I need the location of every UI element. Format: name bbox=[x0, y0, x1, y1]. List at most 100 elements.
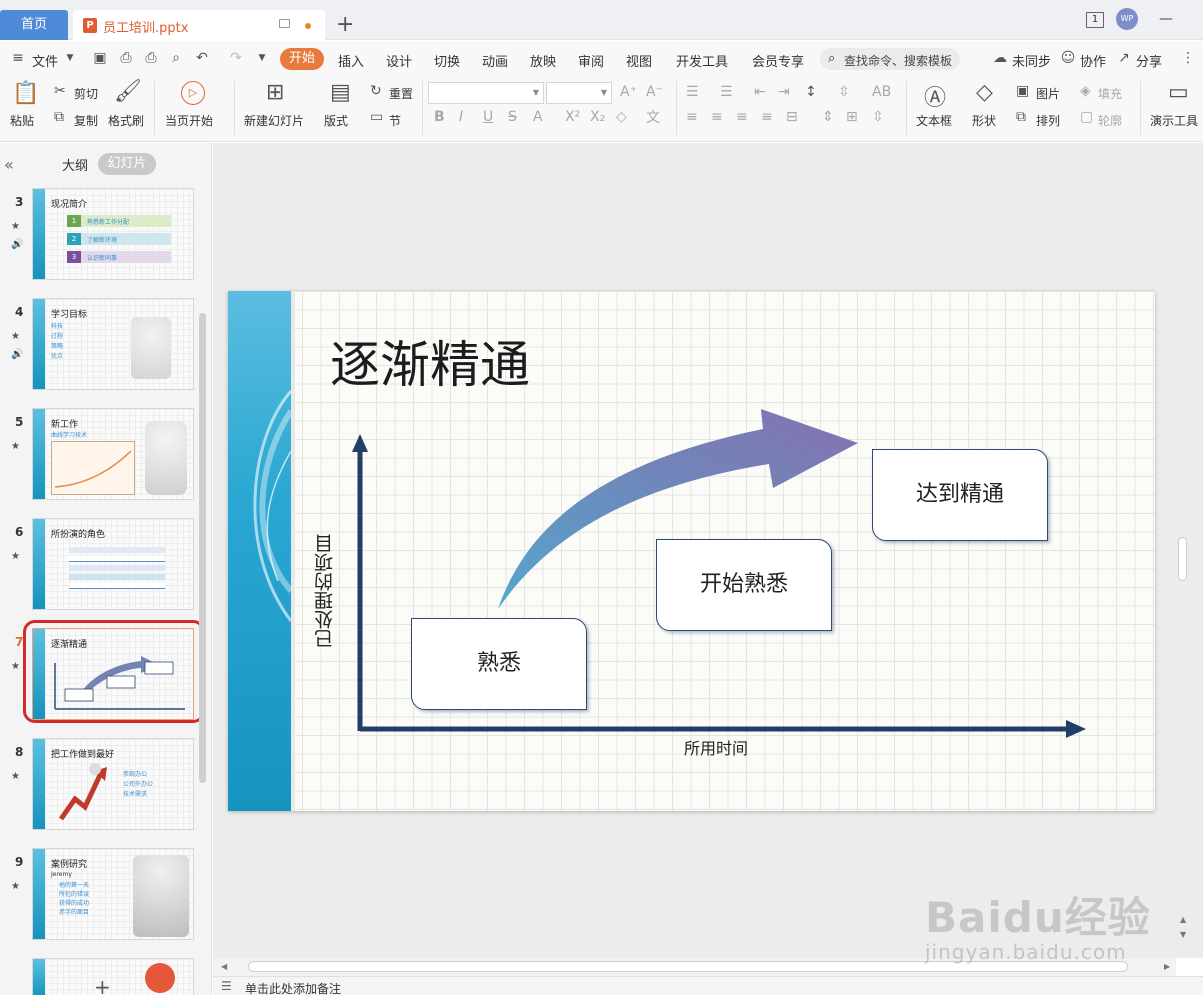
new-slide-button[interactable]: 新建幻灯片 bbox=[244, 112, 304, 129]
maximize-button[interactable] bbox=[1182, 8, 1202, 30]
window-count-icon[interactable]: 1 bbox=[1086, 12, 1104, 28]
slide-thumbnail-3[interactable]: 现况简介 1 熟悉新工作分配 2 了解新环境 3 认识新同事 bbox=[32, 188, 194, 280]
decrease-font-icon[interactable]: A⁻ bbox=[646, 84, 663, 100]
increase-indent-icon[interactable]: ⇥ bbox=[778, 84, 790, 100]
section-icon[interactable]: ▭ bbox=[370, 109, 383, 125]
bullet-list-icon[interactable]: ☰ bbox=[686, 84, 699, 100]
presentation-tool-icon[interactable]: ▭ bbox=[1168, 80, 1189, 105]
new-tab-button[interactable]: + bbox=[336, 12, 354, 38]
menu-tab-insert[interactable]: 插入 bbox=[338, 51, 364, 70]
cut-button[interactable]: 剪切 bbox=[74, 85, 98, 102]
columns-icon[interactable]: ⊞ bbox=[846, 109, 858, 125]
shape-button[interactable]: 形状 bbox=[972, 112, 996, 129]
layout-icon[interactable]: ▤ bbox=[330, 80, 351, 105]
vertical-align-icon[interactable]: ⇕ bbox=[822, 109, 834, 125]
align-right-icon[interactable]: ≡ bbox=[736, 109, 748, 125]
align-center-icon[interactable]: ≡ bbox=[711, 109, 723, 125]
collaborate-icon[interactable]: ☺ bbox=[1060, 50, 1076, 66]
presentation-tool-button[interactable]: 演示工具 bbox=[1150, 112, 1198, 129]
format-painter-icon[interactable]: 🖌 bbox=[114, 79, 142, 104]
slide-thumbnail-4[interactable]: 学习目标 科技 过程 策略 优点 bbox=[32, 298, 194, 390]
slide-thumbnail-6[interactable]: 所扮演的角色 bbox=[32, 518, 194, 610]
share-icon[interactable]: ↗ bbox=[1116, 50, 1132, 66]
menu-tab-member[interactable]: 会员专享 bbox=[752, 51, 804, 70]
panel-scrollbar[interactable] bbox=[199, 313, 206, 783]
align-left-icon[interactable]: ≡ bbox=[686, 109, 698, 125]
picture-button[interactable]: 图片 bbox=[1036, 85, 1060, 102]
paste-icon[interactable]: 📋 bbox=[12, 81, 39, 106]
font-family-select[interactable]: ▼ bbox=[428, 82, 544, 104]
cloud-sync-icon[interactable]: ☁ bbox=[992, 50, 1008, 66]
bold-icon[interactable]: B bbox=[434, 109, 445, 125]
scroll-left-icon[interactable]: ◀ bbox=[221, 962, 227, 971]
menu-tab-view[interactable]: 视图 bbox=[626, 51, 652, 70]
menu-tab-developer[interactable]: 开发工具 bbox=[676, 51, 728, 70]
textbox-button[interactable]: 文本框 bbox=[916, 112, 952, 129]
justify-icon[interactable]: ≡ bbox=[761, 109, 773, 125]
superscript-icon[interactable]: X² bbox=[565, 109, 580, 125]
scissors-icon[interactable]: ✂ bbox=[54, 83, 66, 99]
step-box-getting-familiar[interactable]: 开始熟悉 bbox=[656, 539, 832, 631]
font-color-icon[interactable]: A bbox=[533, 109, 543, 125]
shape-icon[interactable]: ◇ bbox=[976, 80, 993, 105]
new-slide-icon[interactable]: ⊞ bbox=[266, 80, 284, 105]
y-axis-label[interactable]: 已处理的项目 bbox=[311, 516, 336, 666]
command-search-box[interactable]: ⌕ 查找命令、搜索模板 bbox=[820, 48, 960, 70]
hamburger-menu-icon[interactable]: ≡ bbox=[10, 50, 26, 66]
redo-icon[interactable]: ↷ bbox=[228, 50, 244, 66]
user-avatar[interactable]: WP bbox=[1116, 8, 1138, 30]
text-box-style-icon[interactable]: AB bbox=[872, 84, 891, 100]
outline-button[interactable]: 轮廓 bbox=[1098, 112, 1122, 129]
underline-icon[interactable]: U bbox=[483, 109, 493, 125]
strikethrough-icon[interactable]: S bbox=[508, 109, 517, 125]
slide-thumbnail-9[interactable]: 案例研究 Jeremy 他的第一天 所犯的错误 获得的成功 赤字的面目 bbox=[32, 848, 194, 940]
format-painter-button[interactable]: 格式刷 bbox=[108, 112, 144, 129]
chevron-down-icon[interactable]: ▼ bbox=[62, 50, 78, 66]
menu-tab-review[interactable]: 审阅 bbox=[578, 51, 604, 70]
reset-button[interactable]: 重置 bbox=[389, 85, 413, 102]
slide-thumbnail-10[interactable] bbox=[32, 958, 194, 995]
sync-status[interactable]: 未同步 bbox=[1012, 51, 1051, 70]
current-slide[interactable]: 逐渐精通 已处理的项目 所用时间 熟悉 开始熟悉 达到精通 bbox=[228, 291, 1155, 811]
distribute-icon[interactable]: ⊟ bbox=[786, 109, 798, 125]
notes-placeholder[interactable]: 单击此处添加备注 bbox=[245, 980, 341, 995]
fill-icon[interactable]: ◈ bbox=[1080, 83, 1091, 99]
menu-tab-slideshow[interactable]: 放映 bbox=[530, 51, 556, 70]
save-icon[interactable]: ▣ bbox=[92, 50, 108, 66]
file-menu[interactable]: 文件 bbox=[32, 51, 58, 70]
undo-icon[interactable]: ↶ bbox=[194, 50, 210, 66]
document-tab[interactable]: P 员工培训.pptx bbox=[73, 10, 325, 40]
share-button[interactable]: 分享 bbox=[1136, 51, 1162, 70]
slide-thumbnail-5[interactable]: 新工作 曲线学习技术 bbox=[32, 408, 194, 500]
step-box-mastery[interactable]: 达到精通 bbox=[872, 449, 1048, 541]
add-slide-button[interactable]: + bbox=[94, 975, 111, 995]
home-tab[interactable]: 首页 bbox=[0, 10, 68, 40]
notes-bar[interactable]: ☰ 单击此处添加备注 bbox=[213, 976, 1203, 995]
outline-tab[interactable]: 大纲 bbox=[62, 155, 88, 174]
print-icon[interactable]: ⎙ bbox=[143, 50, 159, 66]
export-pdf-icon[interactable]: ⎙ bbox=[118, 50, 134, 66]
section-button[interactable]: 节 bbox=[389, 112, 401, 129]
step-box-familiar[interactable]: 熟悉 bbox=[411, 618, 587, 710]
paragraph-settings-icon[interactable]: ⇳ bbox=[872, 109, 884, 125]
more-options-icon[interactable]: ⋮ bbox=[1180, 50, 1196, 66]
textbox-icon[interactable]: Ⓐ bbox=[924, 80, 946, 112]
text-direction-icon[interactable]: ↕ bbox=[805, 84, 817, 100]
slides-tab[interactable]: 幻灯片 bbox=[98, 153, 156, 175]
vertical-scrollbar[interactable] bbox=[1178, 537, 1187, 581]
arrange-button[interactable]: 排列 bbox=[1036, 112, 1060, 129]
text-effects-icon[interactable]: 文 bbox=[646, 107, 660, 127]
copy-icon[interactable]: ⧉ bbox=[54, 109, 64, 125]
scroll-up-icon[interactable]: ▲ bbox=[1180, 915, 1186, 924]
customize-toolbar-icon[interactable]: ▼ bbox=[254, 50, 270, 66]
play-icon[interactable]: ▷ bbox=[181, 81, 205, 105]
minimize-button[interactable]: — bbox=[1156, 8, 1176, 30]
copy-button[interactable]: 复制 bbox=[74, 112, 98, 129]
fill-button[interactable]: 填充 bbox=[1098, 85, 1122, 102]
collapse-panel-icon[interactable]: « bbox=[4, 155, 14, 174]
paste-button[interactable]: 粘贴 bbox=[10, 112, 34, 129]
menu-tab-transition[interactable]: 切换 bbox=[434, 51, 460, 70]
italic-icon[interactable]: I bbox=[459, 109, 463, 125]
collaborate-button[interactable]: 协作 bbox=[1080, 51, 1106, 70]
subscript-icon[interactable]: X₂ bbox=[590, 109, 605, 125]
